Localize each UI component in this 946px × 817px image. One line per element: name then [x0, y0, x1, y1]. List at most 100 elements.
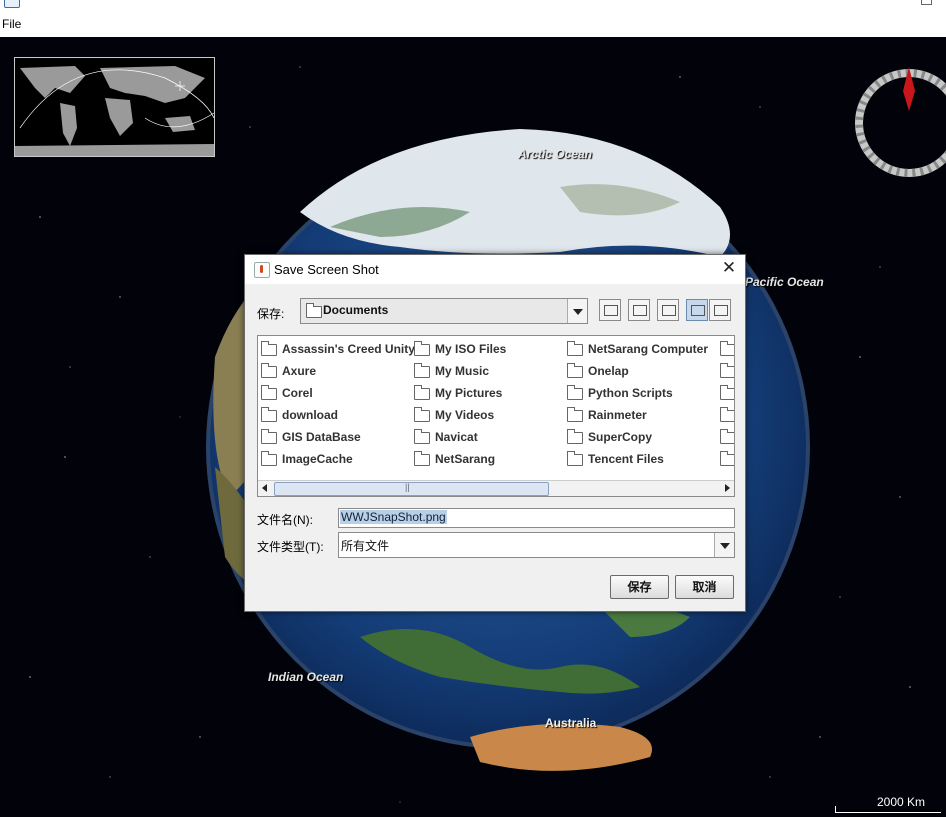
world-minimap[interactable]: [14, 57, 215, 157]
scroll-left-icon[interactable]: [258, 481, 272, 496]
menu-file[interactable]: File: [2, 17, 21, 31]
list-item-label: NetSarang Computer: [588, 342, 709, 356]
compass-icon[interactable]: [854, 65, 946, 177]
folder-icon: [567, 384, 583, 400]
list-item-label: My Music: [435, 364, 490, 378]
app-icon: [4, 0, 20, 8]
label-arctic-ocean: Arctic Ocean: [518, 147, 593, 161]
file-list[interactable]: Assassin's Creed Unity Axure Corel downl…: [257, 335, 735, 497]
list-item[interactable]: download: [261, 406, 415, 428]
list-item-label: My ISO Files: [435, 342, 507, 356]
folder-icon: [261, 340, 277, 356]
list-item[interactable]: Axure: [261, 362, 415, 384]
list-view-button[interactable]: [686, 299, 708, 321]
up-folder-icon: [604, 305, 618, 316]
new-folder-icon: [662, 305, 676, 316]
list-item[interactable]: Navicat: [414, 428, 506, 450]
file-column-3: NetSarang Computer Onelap Python Scripts…: [567, 340, 708, 472]
new-folder-button[interactable]: [657, 299, 679, 321]
list-item[interactable]: [720, 362, 734, 384]
folder-icon: [306, 303, 322, 318]
label-australia: Australia: [545, 716, 597, 730]
up-folder-button[interactable]: [599, 299, 621, 321]
file-column-1: Assassin's Creed Unity Axure Corel downl…: [261, 340, 415, 472]
save-in-combo[interactable]: Documents: [300, 298, 588, 324]
menu-bar: File: [0, 14, 946, 38]
save-in-label: 保存:: [257, 307, 285, 321]
dialog-title-bar[interactable]: Save Screen Shot ✕: [245, 255, 745, 284]
folder-icon: [261, 384, 277, 400]
label-pacific-ocean: Pacific Ocean: [745, 275, 824, 289]
folder-icon: [720, 340, 734, 356]
chevron-down-icon[interactable]: [714, 533, 734, 557]
folder-icon: [261, 406, 277, 422]
list-item[interactable]: Rainmeter: [567, 406, 708, 428]
dialog-close-button[interactable]: ✕: [719, 258, 739, 278]
filetype-value: 所有文件: [341, 539, 390, 553]
folder-icon: [567, 362, 583, 378]
list-item-label: Corel: [282, 386, 313, 400]
folder-icon: [261, 450, 277, 466]
list-item-label: Axure: [282, 364, 317, 378]
scrollbar-thumb[interactable]: [274, 482, 549, 496]
folder-icon: [720, 428, 734, 444]
list-item-label: SuperCopy: [588, 430, 653, 444]
home-button[interactable]: [628, 299, 650, 321]
list-item[interactable]: My ISO Files: [414, 340, 506, 362]
folder-icon: [414, 450, 430, 466]
list-item[interactable]: Python Scripts: [567, 384, 708, 406]
list-item[interactable]: Corel: [261, 384, 415, 406]
list-item[interactable]: ImageCache: [261, 450, 415, 472]
folder-icon: [261, 362, 277, 378]
file-column-4-partial: [720, 340, 734, 472]
list-view-icon: [691, 305, 705, 316]
chevron-down-icon[interactable]: [567, 299, 587, 323]
cancel-button[interactable]: 取消: [675, 575, 734, 599]
window-title-bar: [0, 0, 946, 14]
java-icon: [254, 262, 270, 278]
list-item[interactable]: Assassin's Creed Unity: [261, 340, 415, 362]
list-item[interactable]: NetSarang: [414, 450, 506, 472]
list-item-label: download: [282, 408, 338, 422]
list-item-label: My Pictures: [435, 386, 503, 400]
filetype-combo[interactable]: 所有文件: [338, 532, 735, 558]
folder-icon: [567, 340, 583, 356]
list-item[interactable]: [720, 406, 734, 428]
list-item-label: NetSarang: [435, 452, 496, 466]
folder-icon: [720, 362, 734, 378]
scroll-right-icon[interactable]: [720, 481, 734, 496]
list-item-label: Navicat: [435, 430, 478, 444]
details-view-button[interactable]: [709, 299, 731, 321]
list-item-label: ImageCache: [282, 452, 353, 466]
list-item[interactable]: NetSarang Computer: [567, 340, 708, 362]
window-restore-button[interactable]: [921, 0, 932, 5]
list-item[interactable]: GIS DataBase: [261, 428, 415, 450]
folder-icon: [720, 384, 734, 400]
list-item-label: GIS DataBase: [282, 430, 361, 444]
list-item[interactable]: Tencent Files: [567, 450, 708, 472]
list-item[interactable]: Onelap: [567, 362, 708, 384]
filename-label: 文件名(N):: [257, 513, 313, 527]
save-button[interactable]: 保存: [610, 575, 669, 599]
save-in-value: Documents: [323, 303, 389, 317]
list-item[interactable]: [720, 428, 734, 450]
scale-bar: 2000 Km: [835, 795, 946, 815]
horizontal-scrollbar[interactable]: [258, 480, 734, 496]
folder-icon: [567, 406, 583, 422]
list-item[interactable]: SuperCopy: [567, 428, 708, 450]
folder-icon: [567, 428, 583, 444]
home-icon: [633, 305, 647, 316]
list-item[interactable]: [720, 384, 734, 406]
list-item[interactable]: [720, 450, 734, 472]
save-screenshot-dialog: Save Screen Shot ✕ 保存: Documents Assassi…: [244, 254, 746, 612]
folder-icon: [414, 384, 430, 400]
list-item-label: Rainmeter: [588, 408, 647, 422]
list-item[interactable]: [720, 340, 734, 362]
file-icon: [720, 450, 734, 466]
details-view-icon: [714, 305, 728, 316]
list-item[interactable]: My Music: [414, 362, 506, 384]
list-item[interactable]: My Pictures: [414, 384, 506, 406]
list-item[interactable]: My Videos: [414, 406, 506, 428]
filename-input[interactable]: WWJSnapShot.png: [338, 508, 735, 528]
list-item-label: My Videos: [435, 408, 495, 422]
